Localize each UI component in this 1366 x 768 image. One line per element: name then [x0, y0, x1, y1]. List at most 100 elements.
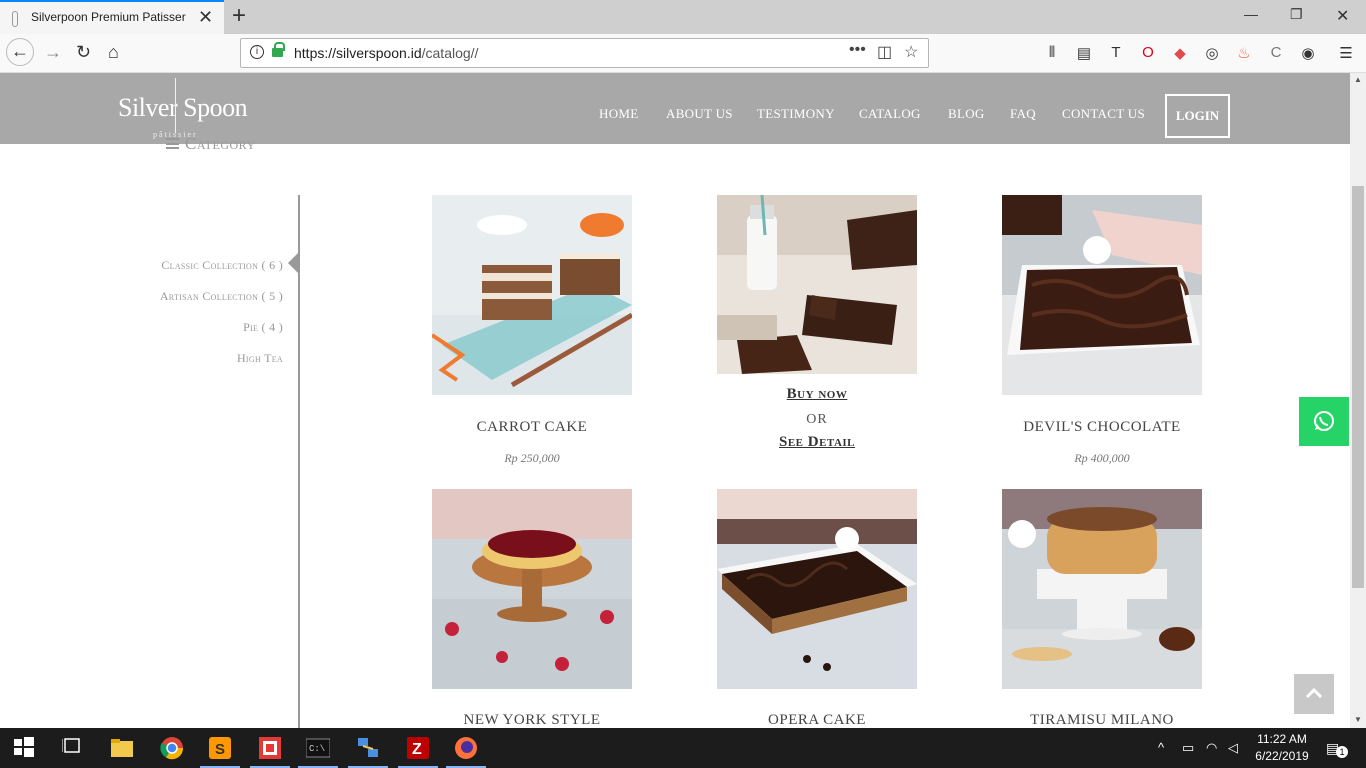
- bookmark-star-icon[interactable]: ☆: [904, 42, 918, 62]
- notification-count-badge: 1: [1336, 746, 1348, 758]
- scroll-up-arrow-icon[interactable]: ▲: [1354, 75, 1362, 84]
- wifi-icon[interactable]: ◠: [1206, 740, 1217, 756]
- product-image-tiramisu-milano[interactable]: [1002, 489, 1202, 689]
- category-title: Category: [166, 134, 256, 154]
- product-image-carrot-cake[interactable]: [432, 195, 632, 395]
- back-to-top-button[interactable]: [1294, 674, 1334, 714]
- spoon-icon: [175, 78, 183, 133]
- css-extension-icon[interactable]: C: [1266, 44, 1286, 61]
- library-icon[interactable]: ⫴: [1042, 44, 1062, 61]
- buy-now-link[interactable]: Buy now: [717, 386, 917, 403]
- see-detail-link[interactable]: See Detail: [717, 434, 917, 451]
- forward-icon[interactable]: →: [44, 42, 62, 63]
- category-pie[interactable]: Pie ( 4 ): [243, 320, 283, 335]
- logo-text-right: Spoon: [183, 93, 248, 122]
- tiramisu-photo: [1002, 489, 1202, 689]
- sublime-text-icon[interactable]: S: [208, 736, 232, 760]
- url-text[interactable]: https://silverspoon.id/catalog//: [294, 45, 478, 61]
- nav-about-us[interactable]: ABOUT US: [666, 106, 733, 122]
- address-bar[interactable]: i https://silverspoon.id/catalog// ••• ◫…: [240, 38, 929, 68]
- category-title-text: Category: [185, 134, 256, 153]
- tab-close-icon[interactable]: ✕: [198, 7, 213, 28]
- windows-start-icon[interactable]: [14, 736, 38, 760]
- product-name-devils-chocolate[interactable]: DEVIL'S CHOCOLATE: [982, 419, 1222, 436]
- system-clock[interactable]: 11:22 AM 6/22/2019: [1252, 731, 1312, 765]
- file-explorer-icon[interactable]: [110, 736, 134, 760]
- account-icon[interactable]: ◉: [1298, 44, 1318, 62]
- svg-text:Z: Z: [412, 741, 422, 758]
- product-price-carrot-cake: Rp 250,000: [504, 451, 560, 465]
- notifications-icon[interactable]: ▤ 1: [1326, 740, 1348, 758]
- product-name-new-york-style[interactable]: NEW YORK STYLE: [412, 712, 652, 728]
- page-scrollbar[interactable]: ▲ ▼: [1350, 73, 1366, 728]
- category-artisan-collection[interactable]: Artisan Collection ( 5 ): [160, 289, 283, 304]
- web-page: Silver Spoon pâtissier HOME ABOUT US TEST…: [0, 73, 1350, 728]
- category-classic-collection[interactable]: Classic Collection ( 6 ): [161, 258, 283, 273]
- sync-extension-icon[interactable]: ◎: [1202, 44, 1222, 62]
- opera-cake-photo: [717, 489, 917, 689]
- category-high-tea[interactable]: High Tea: [237, 351, 283, 366]
- page-actions-icon[interactable]: •••: [849, 41, 866, 59]
- product-image-opera-cake[interactable]: [717, 489, 917, 689]
- nav-contact-us[interactable]: CONTACT US: [1062, 106, 1145, 122]
- opera-extension-icon[interactable]: O: [1138, 44, 1158, 61]
- login-button[interactable]: LOGIN: [1165, 94, 1230, 138]
- chrome-icon[interactable]: [160, 736, 184, 760]
- browser-titlebar: Silverpoon Premium Patisser ✕ + — ❐ ✕: [0, 0, 1366, 34]
- pocket-icon[interactable]: ◫: [877, 42, 892, 62]
- terminal-icon[interactable]: C:\: [306, 736, 330, 760]
- whatsapp-button[interactable]: [1299, 397, 1349, 446]
- clock-time: 11:22 AM: [1257, 732, 1307, 746]
- list-icon: [166, 138, 179, 149]
- carrot-cake-photo: [432, 195, 632, 395]
- restore-icon[interactable]: ❐: [1290, 6, 1303, 23]
- home-icon[interactable]: ⌂: [108, 42, 119, 63]
- new-tab-button[interactable]: +: [232, 2, 246, 30]
- chevron-up-icon: [1305, 687, 1323, 699]
- nav-blog[interactable]: BLOG: [948, 106, 985, 122]
- product-name-opera-cake[interactable]: OPERA CAKE: [697, 712, 937, 728]
- hamburger-menu-icon[interactable]: ☰: [1336, 44, 1356, 62]
- product-image-devils-chocolate[interactable]: [1002, 195, 1202, 395]
- filezilla-icon[interactable]: Z: [406, 736, 430, 760]
- text-extension-icon[interactable]: T: [1106, 44, 1126, 61]
- lock-icon[interactable]: [272, 42, 285, 57]
- nav-catalog[interactable]: CATALOG: [859, 106, 921, 122]
- firefox-icon[interactable]: [454, 736, 478, 760]
- windows-taskbar: S C:\ Z ^ ▭ ◠ ◁ 11:22 AM 6/22/2019 ▤ 1: [0, 728, 1366, 768]
- tray-chevron-up-icon[interactable]: ^: [1158, 740, 1164, 755]
- scrollbar-thumb[interactable]: [1352, 186, 1364, 588]
- product-name-tiramisu-milano[interactable]: TIRAMISU MILANO: [982, 712, 1222, 728]
- fire-extension-icon[interactable]: ♨: [1234, 44, 1254, 62]
- site-logo[interactable]: Silver Spoon pâtissier: [118, 78, 248, 139]
- scroll-down-arrow-icon[interactable]: ▼: [1354, 715, 1362, 724]
- battery-icon[interactable]: ▭: [1182, 740, 1194, 756]
- product-name-carrot-cake[interactable]: CARROT CAKE: [412, 419, 652, 436]
- sidebar-icon[interactable]: ▤: [1074, 44, 1094, 62]
- active-category-pointer: [288, 253, 298, 273]
- nav-faq[interactable]: FAQ: [1010, 106, 1036, 122]
- browser-tab[interactable]: Silverpoon Premium Patisser ✕: [0, 0, 224, 34]
- nav-home[interactable]: HOME: [599, 106, 638, 122]
- reload-icon[interactable]: ↻: [76, 42, 91, 63]
- product-price-devils-chocolate: Rp 400,000: [1074, 451, 1130, 465]
- minimize-icon[interactable]: —: [1244, 6, 1258, 22]
- sidebar-divider: [298, 195, 300, 728]
- product-image-brownie[interactable]: [717, 195, 917, 374]
- back-icon[interactable]: ←: [6, 38, 34, 66]
- browser-navbar: ← → ↻ ⌂ i https://silverspoon.id/catalog…: [0, 34, 1366, 73]
- tab-title: Silverpoon Premium Patisser: [31, 10, 186, 24]
- new-york-cheesecake-photo: [432, 489, 632, 689]
- svg-text:C:\: C:\: [309, 744, 325, 754]
- svg-text:S: S: [215, 741, 225, 758]
- eraser-extension-icon[interactable]: ◆: [1170, 44, 1190, 62]
- network-app-icon[interactable]: [356, 736, 380, 760]
- clock-date: 6/22/2019: [1255, 749, 1309, 763]
- nav-testimony[interactable]: TESTIMONY: [757, 106, 835, 122]
- volume-icon[interactable]: ◁: [1228, 740, 1238, 756]
- close-window-icon[interactable]: ✕: [1336, 6, 1349, 26]
- product-image-new-york-style[interactable]: [432, 489, 632, 689]
- info-icon[interactable]: i: [250, 45, 264, 59]
- presentation-app-icon[interactable]: [258, 736, 282, 760]
- task-view-icon[interactable]: [62, 736, 86, 760]
